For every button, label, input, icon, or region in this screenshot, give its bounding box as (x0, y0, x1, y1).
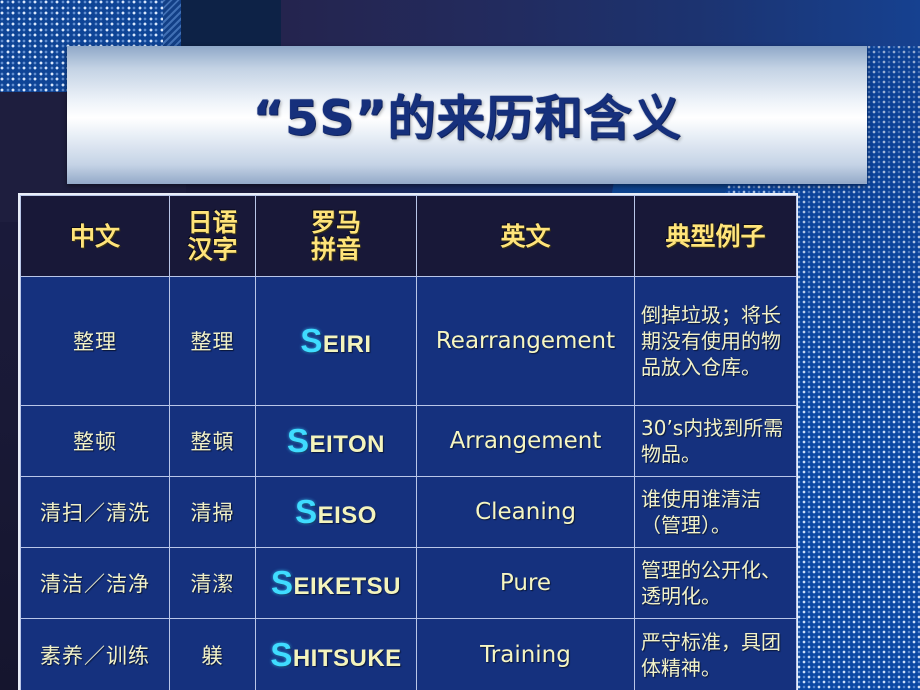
cell-english: Rearrangement (416, 276, 635, 406)
cell-example-text: 30’s内找到所需物品。 (641, 416, 784, 466)
column-header-example-label: 典型例子 (665, 221, 766, 251)
cell-chinese: 素养／训练 (20, 618, 170, 690)
cell-romaji-text: SEIKETSU (271, 564, 402, 601)
cell-example: 30’s内找到所需物品。 (634, 405, 797, 477)
cell-japanese: 整頓 (169, 405, 256, 477)
page-title: “5S”的来历和含义 (252, 90, 682, 147)
table-row: 清扫／清洗 清掃 SEISO Cleaning 谁使用谁清洁（管理）。 (20, 476, 797, 548)
cell-example-text: 管理的公开化、透明化。 (641, 558, 781, 608)
table-row: 整理 整理 SEIRI Rearrangement 倒掉垃圾；将长期没有使用的物… (20, 276, 797, 406)
cell-chinese-text: 整理 (73, 330, 117, 354)
cell-english: Arrangement (416, 405, 635, 477)
title-panel: “5S”的来历和含义 (67, 46, 867, 184)
cell-example: 严守标准，具团体精神。 (634, 618, 797, 690)
cell-example: 倒掉垃圾；将长期没有使用的物品放入仓库。 (634, 276, 797, 406)
romaji-rest: EITON (309, 431, 385, 458)
cell-example: 管理的公开化、透明化。 (634, 547, 797, 619)
cell-english-text: Training (480, 642, 571, 668)
cell-chinese-text: 素养／训练 (40, 644, 150, 668)
table-header: 中文 日语 汉字 罗马 拼音 英文 典型例子 (20, 195, 797, 277)
table-row: 整顿 整頓 SEITON Arrangement 30’s内找到所需物品。 (20, 405, 797, 477)
cell-japanese-text: 清潔 (190, 572, 235, 596)
cell-example: 谁使用谁清洁（管理）。 (634, 476, 797, 548)
cell-english: Pure (416, 547, 635, 619)
romaji-rest: EIKETSU (293, 573, 402, 600)
cell-romaji: SEIRI (255, 276, 417, 406)
column-header-chinese: 中文 (20, 195, 170, 277)
cell-chinese-text: 清扫／清洗 (40, 501, 150, 525)
cell-romaji-text: SEISO (295, 493, 377, 530)
column-header-japanese-kanji: 日语 汉字 (169, 195, 256, 277)
column-header-romaji: 罗马 拼音 (255, 195, 417, 277)
romaji-rest: EIRI (322, 331, 372, 358)
cell-japanese: 清掃 (169, 476, 256, 548)
column-header-english-label: 英文 (500, 221, 551, 251)
cell-example-text: 严守标准，具团体精神。 (641, 630, 781, 680)
cell-romaji-text: SEITON (287, 422, 385, 459)
cell-english-text: Rearrangement (435, 328, 616, 354)
romaji-initial-letter: S (295, 493, 318, 530)
table-header-row: 中文 日语 汉字 罗马 拼音 英文 典型例子 (20, 195, 797, 277)
cell-chinese: 整顿 (20, 405, 170, 477)
romaji-initial-letter: S (270, 564, 294, 601)
romaji-rest: HITSUKE (292, 645, 402, 672)
column-header-example: 典型例子 (634, 195, 797, 277)
cell-japanese: 躾 (169, 618, 256, 690)
cell-romaji-text: SHITSUKE (270, 636, 402, 673)
table-body: 整理 整理 SEIRI Rearrangement 倒掉垃圾；将长期没有使用的物… (20, 276, 797, 690)
five-s-table-container: 中文 日语 汉字 罗马 拼音 英文 典型例子 整理 整理 SEIRI Rearr… (18, 193, 798, 690)
romaji-rest: EISO (317, 502, 377, 529)
cell-japanese-text: 整理 (190, 330, 235, 354)
cell-chinese: 整理 (20, 276, 170, 406)
romaji-initial-letter: S (300, 322, 323, 359)
cell-japanese-text: 整頓 (190, 430, 235, 454)
cell-japanese: 清潔 (169, 547, 256, 619)
cell-english: Cleaning (416, 476, 635, 548)
cell-romaji: SEISO (255, 476, 417, 548)
cell-romaji: SEITON (255, 405, 417, 477)
cell-japanese-text: 清掃 (190, 501, 235, 525)
cell-romaji-text: SEIRI (300, 322, 372, 359)
column-header-chinese-label: 中文 (69, 221, 120, 251)
cell-english: Training (416, 618, 635, 690)
cell-example-text: 谁使用谁清洁（管理）。 (641, 487, 761, 537)
cell-example-text: 倒掉垃圾；将长期没有使用的物品放入仓库。 (641, 303, 781, 379)
romaji-initial-letter: S (270, 636, 293, 673)
cell-japanese: 整理 (169, 276, 256, 406)
romaji-initial-letter: S (287, 422, 310, 459)
cell-romaji: SHITSUKE (255, 618, 417, 690)
column-header-english: 英文 (416, 195, 635, 277)
background-top-strip (281, 0, 920, 46)
column-header-romaji-label: 罗马 拼音 (310, 208, 361, 264)
table-row: 素养／训练 躾 SHITSUKE Training 严守标准，具团体精神。 (20, 618, 797, 690)
cell-chinese: 清扫／清洗 (20, 476, 170, 548)
five-s-table: 中文 日语 汉字 罗马 拼音 英文 典型例子 整理 整理 SEIRI Rearr… (20, 195, 797, 690)
cell-english-text: Pure (499, 570, 552, 596)
table-row: 清洁／洁净 清潔 SEIKETSU Pure 管理的公开化、透明化。 (20, 547, 797, 619)
slide-canvas: “5S”的来历和含义 中文 日语 汉字 罗马 拼音 英文 典型例子 整理 整理 … (0, 0, 920, 690)
cell-english-text: Cleaning (475, 499, 576, 525)
cell-chinese-text: 清洁／洁净 (40, 572, 150, 596)
cell-chinese-text: 整顿 (73, 430, 117, 454)
column-header-japanese-kanji-label: 日语 汉字 (187, 208, 238, 264)
cell-chinese: 清洁／洁净 (20, 547, 170, 619)
cell-english-text: Arrangement (449, 428, 602, 454)
cell-japanese-text: 躾 (201, 644, 224, 668)
cell-romaji: SEIKETSU (255, 547, 417, 619)
